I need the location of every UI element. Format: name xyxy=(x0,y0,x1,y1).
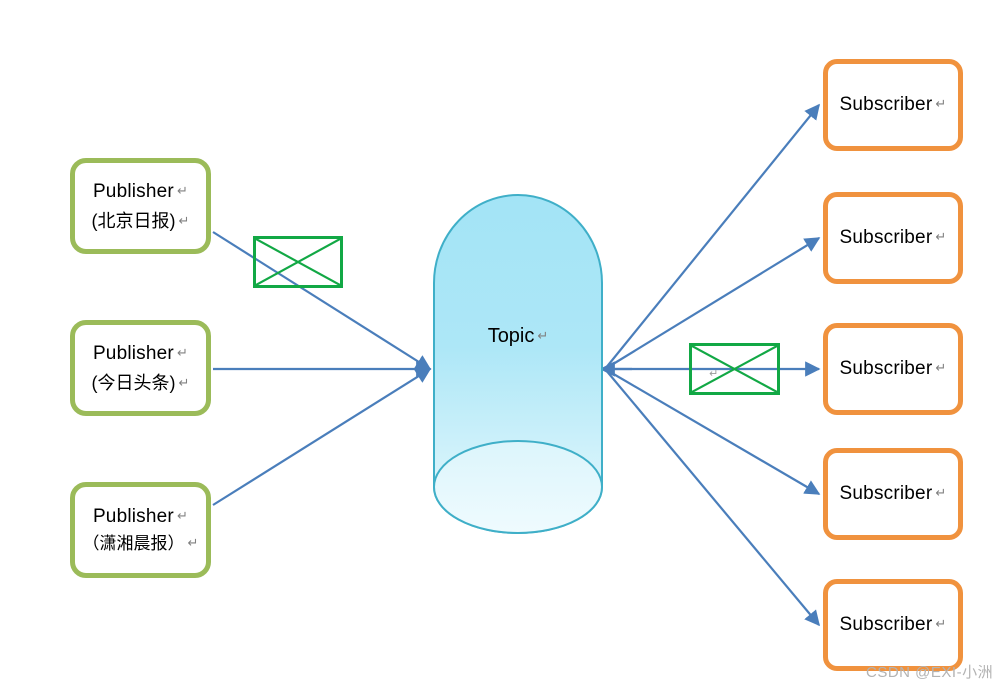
publisher-2-source-pilcrow-icon: ↵ xyxy=(178,374,190,390)
publisher-1-pilcrow-icon: ↵ xyxy=(176,183,189,199)
subscriber-5-pilcrow-icon: ↵ xyxy=(935,616,947,632)
message-cross-icon xyxy=(256,239,340,285)
publisher-1-name-row: Publisher ↵ xyxy=(93,179,188,205)
subscriber-node-5[interactable]: Subscriber ↵ xyxy=(823,579,963,671)
publisher-node-3[interactable]: Publisher ↵ （潇湘晨报） ↵ xyxy=(70,482,211,578)
diagram-canvas: Topic ↵ Publisher ↵ (北京日报) ↵ Publisher ↵ (今日… xyxy=(0,0,994,694)
topic-label: Topic ↵ xyxy=(434,325,602,348)
subscriber-4-pilcrow-icon: ↵ xyxy=(935,485,947,501)
subscriber-2-pilcrow-icon: ↵ xyxy=(935,229,947,245)
publisher-3-pilcrow-icon: ↵ xyxy=(176,507,189,523)
subscriber-1-row: Subscriber ↵ xyxy=(840,92,947,118)
subscriber-3-label: Subscriber xyxy=(839,358,933,380)
publisher-1-source-row: (北京日报) ↵ xyxy=(92,209,190,233)
watermark-text: CSDN @EXI-小洲 xyxy=(866,664,994,681)
subscriber-1-label: Subscriber xyxy=(839,94,933,116)
publisher-1-source-pilcrow-icon: ↵ xyxy=(178,212,190,228)
subscriber-1-pilcrow-icon: ↵ xyxy=(935,96,947,112)
subscriber-4-row: Subscriber ↵ xyxy=(840,481,947,507)
publisher-3-source-pilcrow-icon: ↵ xyxy=(187,535,199,551)
subscriber-2-row: Subscriber ↵ xyxy=(840,225,947,251)
subscriber-node-1[interactable]: Subscriber ↵ xyxy=(823,59,963,151)
publisher-3-name-row: Publisher ↵ xyxy=(93,504,188,530)
subscriber-5-row: Subscriber ↵ xyxy=(840,612,947,638)
publisher-2-source-row: (今日头条) ↵ xyxy=(92,371,190,395)
subscriber-3-row: Subscriber ↵ xyxy=(840,356,947,382)
publisher-2-pilcrow-icon: ↵ xyxy=(176,345,189,361)
publisher-2-name: Publisher xyxy=(92,343,174,365)
publisher-node-1[interactable]: Publisher ↵ (北京日报) ↵ xyxy=(70,158,211,254)
topic-label-text: Topic xyxy=(487,325,535,347)
publisher-3-source-row: （潇湘晨报） ↵ xyxy=(83,533,199,556)
subscriber-3-pilcrow-icon: ↵ xyxy=(935,360,947,376)
subscriber-node-3[interactable]: Subscriber ↵ xyxy=(823,323,963,415)
message-icon-publish[interactable] xyxy=(253,236,343,288)
publisher-2-name-row: Publisher ↵ xyxy=(93,341,188,367)
subscriber-2-label: Subscriber xyxy=(839,227,933,249)
edge-topic-to-subscriber-5 xyxy=(604,368,820,627)
publisher-1-source: (北京日报) xyxy=(91,210,176,231)
publisher-1-name: Publisher xyxy=(92,181,174,203)
edge-publisher-3-to-topic xyxy=(212,368,432,506)
publisher-node-2[interactable]: Publisher ↵ (今日头条) ↵ xyxy=(70,320,211,416)
publisher-3-name: Publisher xyxy=(92,505,174,527)
topic-cylinder-shape xyxy=(433,194,603,534)
message-deliver-pilcrow-icon: ↵ xyxy=(709,368,719,380)
subscriber-node-2[interactable]: Subscriber ↵ xyxy=(823,192,963,284)
message-icon-deliver[interactable]: ↵ xyxy=(689,343,780,395)
publisher-3-source: （潇湘晨报） xyxy=(82,534,185,554)
subscriber-node-4[interactable]: Subscriber ↵ xyxy=(823,448,963,540)
message-cross-icon-2 xyxy=(692,346,777,392)
topic-pilcrow-icon: ↵ xyxy=(537,328,549,343)
subscriber-5-label: Subscriber xyxy=(839,614,933,636)
edge-topic-to-subscriber-1 xyxy=(604,103,820,370)
subscriber-4-label: Subscriber xyxy=(839,483,933,505)
publisher-2-source: (今日头条) xyxy=(91,372,176,393)
